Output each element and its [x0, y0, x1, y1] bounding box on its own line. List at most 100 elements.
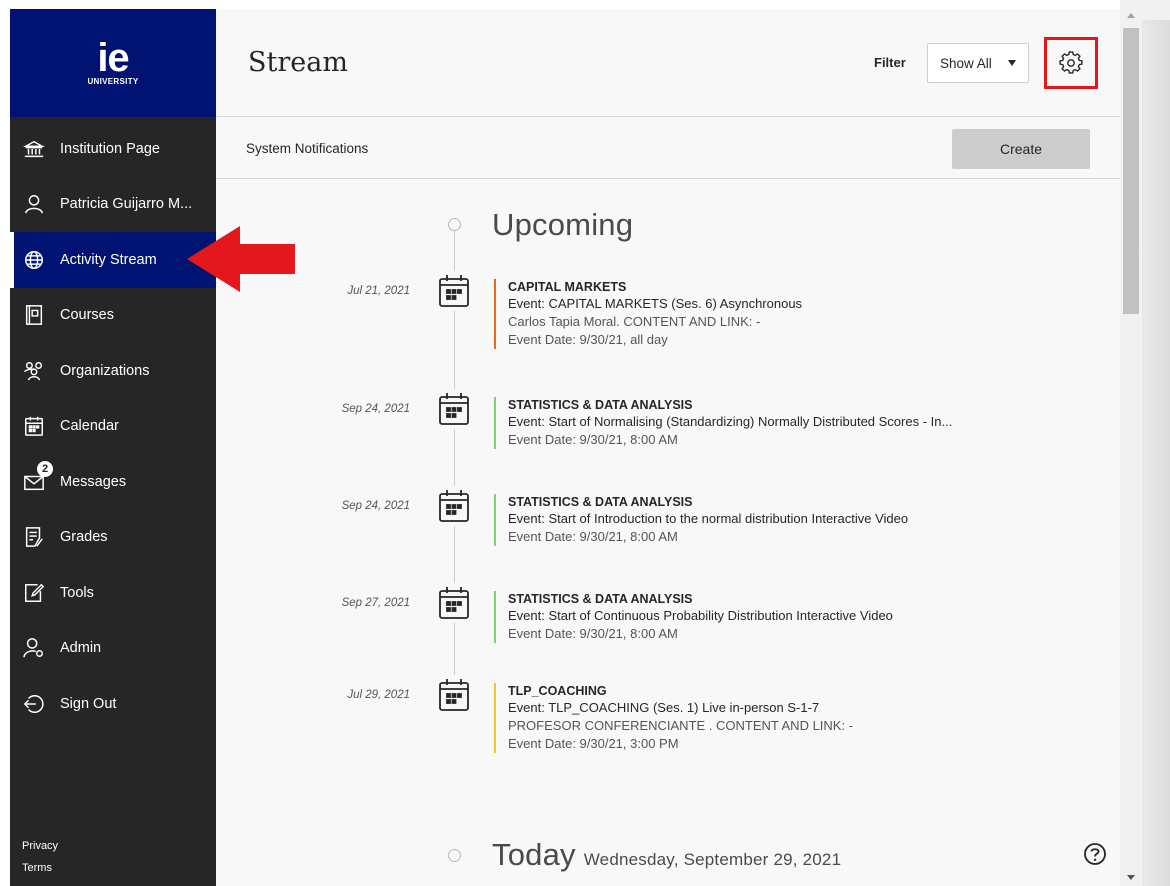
sidebar-footer: Privacy Terms [22, 835, 58, 879]
messages-count-badge: 2 [37, 460, 53, 477]
page-header: Stream Filter Show All [216, 9, 1120, 117]
event-date: Sep 27, 2021 [341, 597, 410, 609]
calendar-event-icon [434, 486, 474, 526]
event-title: Event: Start of Continuous Probability D… [508, 608, 893, 623]
sidebar-item-tools[interactable]: Tools [10, 565, 216, 621]
event-course-link[interactable]: CAPITAL MARKETS [508, 279, 802, 295]
event-course-link[interactable]: TLP_COACHING [508, 683, 853, 699]
sidebar-item-label: Sign Out [60, 695, 117, 712]
event-course-link[interactable]: STATISTICS & DATA ANALYSIS [508, 397, 952, 413]
event-details: CAPITAL MARKETS Event: CAPITAL MARKETS (… [494, 279, 802, 349]
event-date: Jul 21, 2021 [347, 285, 410, 297]
privacy-link[interactable]: Privacy [22, 835, 58, 857]
university-logo[interactable]: ie UNIVERSITY [10, 9, 216, 117]
event-title: Event: TLP_COACHING (Ses. 1) Live in-per… [508, 700, 820, 715]
sidebar-item-profile[interactable]: Patricia Guijarro M... [10, 177, 216, 233]
event-date-detail: Event Date: 9/30/21, 8:00 AM [508, 432, 678, 447]
event-details: TLP_COACHING Event: TLP_COACHING (Ses. 1… [494, 683, 853, 753]
calendar-event-icon [434, 583, 474, 623]
app-window: ie UNIVERSITY Institution Page Patricia … [0, 0, 1170, 886]
help-button[interactable] [1082, 841, 1108, 867]
logo-subtitle: UNIVERSITY [87, 76, 139, 86]
calendar-icon [22, 414, 46, 438]
filter-label: Filter [874, 55, 906, 70]
sidebar-item-label: Grades [60, 529, 108, 546]
event-date: Sep 24, 2021 [341, 500, 410, 512]
event-date-detail: Event Date: 9/30/21, 8:00 AM [508, 529, 678, 544]
sidebar-item-label: Tools [60, 584, 94, 601]
event-course-link[interactable]: STATISTICS & DATA ANALYSIS [508, 591, 893, 607]
envelope-icon: 2 [22, 460, 53, 494]
logo-mark: ie [97, 35, 129, 80]
user-icon [22, 192, 46, 216]
organizations-icon [22, 359, 46, 383]
event-description: PROFESOR CONFERENCIANTE . CONTENT AND LI… [508, 718, 854, 733]
sidebar-item-label: Institution Page [60, 140, 160, 157]
terms-link[interactable]: Terms [22, 857, 58, 879]
admin-icon [22, 636, 46, 660]
event-date: Sep 24, 2021 [341, 403, 410, 415]
today-date: Wednesday, September 29, 2021 [583, 850, 842, 869]
sidebar-item-label: Patricia Guijarro M... [60, 196, 193, 213]
sidebar-item-label: Organizations [60, 362, 150, 379]
event-description: Carlos Tapia Moral. CONTENT AND LINK: - [508, 314, 761, 329]
event-title: Event: CAPITAL MARKETS (Ses. 6) Asynchro… [508, 296, 803, 311]
gear-icon [1059, 51, 1083, 74]
filter-dropdown[interactable]: Show All [927, 43, 1029, 83]
sidebar-item-courses[interactable]: Courses [10, 288, 216, 344]
sidebar-item-calendar[interactable]: Calendar [10, 399, 216, 455]
event-details: STATISTICS & DATA ANALYSIS Event: Start … [494, 494, 908, 546]
grades-icon [22, 525, 46, 549]
timeline-dot-upcoming [448, 218, 461, 231]
question-icon [1084, 843, 1106, 865]
institution-icon [22, 137, 46, 161]
calendar-event-icon [434, 675, 474, 715]
notifications-bar: System Notifications Create [216, 117, 1120, 179]
sidebar-nav: Institution Page Patricia Guijarro M... … [10, 121, 216, 732]
event-course-link[interactable]: STATISTICS & DATA ANALYSIS [508, 494, 908, 510]
main-content: Stream Filter Show All System Notificati… [216, 9, 1120, 886]
red-arrow-annotation [187, 226, 295, 292]
sidebar-item-organizations[interactable]: Organizations [10, 343, 216, 399]
create-button[interactable]: Create [952, 129, 1090, 169]
sidebar-item-grades[interactable]: Grades [10, 510, 216, 566]
today-heading: Today Wednesday, September 29, 2021 [492, 837, 841, 873]
sidebar: ie UNIVERSITY Institution Page Patricia … [10, 9, 216, 886]
filter-dropdown-value: Show All [940, 55, 992, 71]
event-date-detail: Event Date: 9/30/21, 8:00 AM [508, 626, 678, 641]
sidebar-item-admin[interactable]: Admin [10, 621, 216, 677]
event-title: Event: Start of Normalising (Standardizi… [508, 414, 953, 429]
scroll-up-arrow-icon[interactable] [1127, 13, 1135, 18]
sidebar-item-label: Admin [60, 640, 102, 657]
scroll-down-arrow-icon[interactable] [1127, 875, 1135, 880]
caret-down-icon [1008, 60, 1016, 66]
sidebar-item-label: Courses [60, 307, 114, 324]
today-title: Today [492, 837, 576, 872]
event-date: Jul 29, 2021 [347, 689, 410, 701]
scrollbar-thumb[interactable] [1123, 28, 1139, 314]
upcoming-heading: Upcoming [492, 207, 634, 242]
event-details: STATISTICS & DATA ANALYSIS Event: Start … [494, 591, 893, 643]
stream-settings-button[interactable] [1044, 37, 1098, 89]
event-date-detail: Event Date: 9/30/21, 3:00 PM [508, 736, 679, 751]
calendar-event-icon [434, 389, 474, 429]
sidebar-item-sign-out[interactable]: Sign Out [10, 676, 216, 732]
timeline-dot-today [448, 849, 461, 862]
tools-icon [22, 581, 46, 605]
sidebar-item-activity-stream[interactable]: Activity Stream [10, 232, 216, 288]
calendar-event-icon [434, 271, 474, 311]
event-details: STATISTICS & DATA ANALYSIS Event: Start … [494, 397, 952, 449]
window-edge [1142, 20, 1170, 886]
sidebar-item-label: Activity Stream [60, 251, 157, 268]
sidebar-item-label: Calendar [60, 418, 119, 435]
sidebar-item-label: Messages [60, 473, 127, 490]
event-title: Event: Start of Introduction to the norm… [508, 511, 909, 526]
globe-icon [22, 248, 46, 272]
sidebar-item-institution-page[interactable]: Institution Page [10, 121, 216, 177]
sidebar-item-messages[interactable]: 2 Messages [10, 454, 216, 510]
event-date-detail: Event Date: 9/30/21, all day [508, 332, 668, 347]
page-title: Stream [248, 47, 348, 78]
system-notifications-link[interactable]: System Notifications [246, 141, 368, 156]
courses-icon [22, 303, 46, 327]
sign-out-icon [22, 692, 46, 716]
